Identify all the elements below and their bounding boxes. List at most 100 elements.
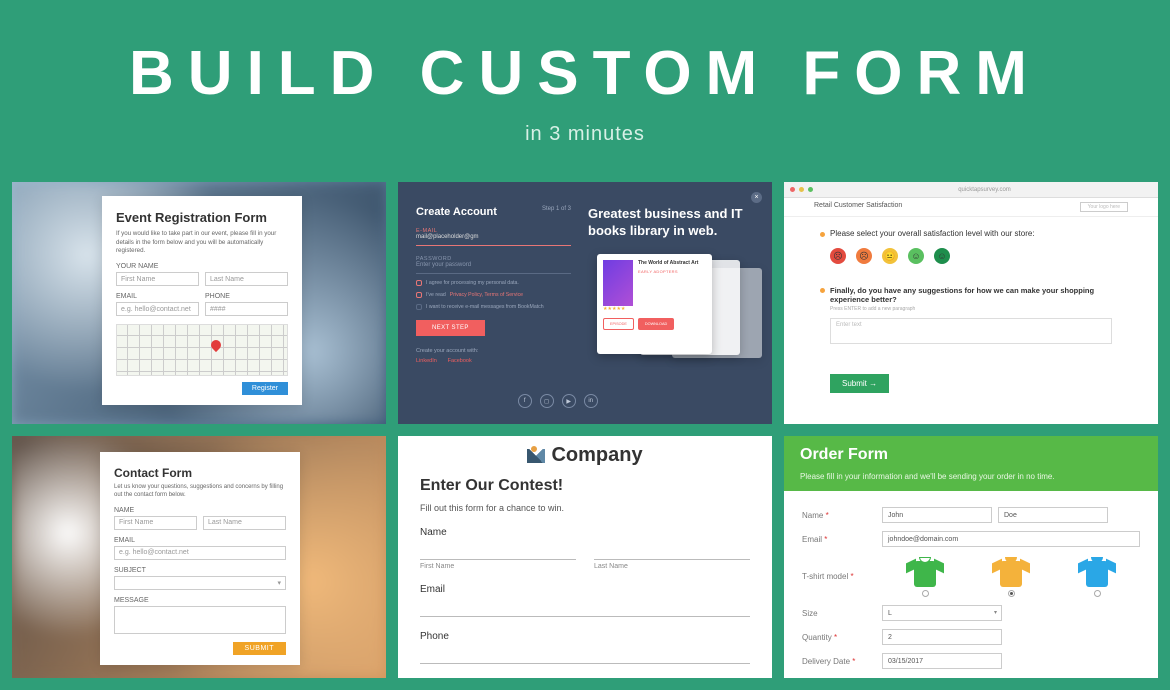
first-name-sublabel: First Name — [420, 563, 576, 570]
radio-selected-icon — [1008, 590, 1015, 597]
question-satisfaction: Please select your overall satisfaction … — [830, 229, 1112, 238]
phone-input[interactable] — [420, 648, 750, 664]
example-event-registration: Event Registration Form If you would lik… — [12, 182, 386, 424]
subject-select[interactable]: ▾ — [114, 576, 286, 590]
download-button[interactable]: DOWNLOAD — [638, 318, 674, 330]
last-name-input[interactable]: Last Name — [205, 272, 288, 286]
facebook-link[interactable]: Facebook — [448, 358, 472, 364]
email-input[interactable] — [420, 601, 750, 617]
hero-subtitle: in 3 minutes — [0, 123, 1170, 146]
traffic-light-red-icon — [790, 187, 795, 192]
hero: BUILD CUSTOM FORM in 3 minutes — [0, 0, 1170, 170]
traffic-light-green-icon — [808, 187, 813, 192]
shirt-option-blue[interactable] — [1078, 555, 1116, 597]
size-label: Size — [802, 609, 818, 618]
brand-logo: Company — [420, 444, 750, 467]
instagram-icon[interactable]: ◻ — [540, 394, 554, 408]
tshirt-model-label: T-shirt model — [802, 572, 848, 581]
last-name-input[interactable]: Last Name — [203, 516, 286, 530]
size-select[interactable]: L — [882, 605, 1002, 621]
event-form-card: Event Registration Form If you would lik… — [102, 196, 302, 405]
survey-header: Retail Customer Satisfaction Your logo h… — [784, 198, 1158, 217]
name-label: Your Name — [116, 263, 288, 270]
quantity-label: Quantity — [802, 633, 832, 642]
quantity-input[interactable]: 2 — [882, 629, 1002, 645]
youtube-icon[interactable]: ▶ — [562, 394, 576, 408]
email-input[interactable]: mail@placeholder@gm — [416, 234, 571, 246]
example-contest-form: Company Enter Our Contest! Fill out this… — [398, 436, 772, 678]
password-input[interactable]: Enter your password — [416, 262, 571, 274]
name-label: NAME — [114, 507, 286, 514]
submit-button[interactable]: SUBMIT — [233, 642, 286, 655]
register-button[interactable]: Register — [242, 382, 288, 395]
survey-title: Retail Customer Satisfaction — [814, 202, 902, 212]
newsletter-checkbox[interactable]: I want to receive e-mail messages from B… — [416, 304, 571, 310]
email-input[interactable]: e.g. hello@contact.net — [114, 546, 286, 560]
name-label: Name — [420, 527, 750, 538]
privacy-checkbox[interactable]: I've read Privacy Policy, Terms of Servi… — [416, 292, 571, 298]
brand-name: Company — [551, 444, 642, 467]
facebook-icon[interactable]: f — [518, 394, 532, 408]
signup-panel: Create Account Step 1 of 3 E-MAIL mail@p… — [416, 206, 571, 365]
social-icons-row: f ◻ ▶ in — [518, 394, 598, 408]
form-description: Let us know your questions, suggestions … — [114, 484, 286, 500]
radio-icon — [1094, 590, 1101, 597]
example-order-form: Order Form Please fill in your informati… — [784, 436, 1158, 678]
email-input[interactable]: e.g. hello@contact.net — [116, 302, 199, 316]
email-input[interactable]: johndoe@domain.com — [882, 531, 1140, 547]
delivery-date-input[interactable]: 03/15/2017 — [882, 653, 1002, 669]
suggestions-textarea[interactable]: Enter text — [830, 318, 1112, 344]
first-name-input[interactable]: First Name — [116, 272, 199, 286]
star-rating-icon: ★★★★★ — [603, 306, 706, 312]
face-sad-icon[interactable]: ☹ — [856, 248, 872, 264]
question-suggestions: Finally, do you have any suggestions for… — [830, 286, 1112, 304]
email-label: Email — [116, 293, 199, 300]
last-name-input[interactable]: Doe — [998, 507, 1108, 523]
order-form-header: Order Form Please fill in your informati… — [784, 436, 1158, 491]
shirt-option-green[interactable] — [906, 555, 944, 597]
promo-panel: Greatest business and IT books library i… — [588, 206, 758, 356]
example-contact-form: Contact Form Let us know your questions,… — [12, 436, 386, 678]
last-name-input[interactable] — [594, 544, 750, 560]
first-name-input[interactable]: First Name — [114, 516, 197, 530]
traffic-light-yellow-icon — [799, 187, 804, 192]
face-neutral-icon[interactable]: 😐 — [882, 248, 898, 264]
first-name-input[interactable]: John — [882, 507, 992, 523]
form-description: If you would like to take part in our ev… — [116, 230, 288, 256]
book-cover-icon — [603, 260, 633, 306]
face-angry-icon[interactable]: ☹ — [830, 248, 846, 264]
phone-input[interactable]: #### — [205, 302, 288, 316]
step-indicator: Step 1 of 3 — [542, 206, 571, 212]
face-very-happy-icon[interactable]: ☺ — [934, 248, 950, 264]
first-name-input[interactable] — [420, 544, 576, 560]
face-happy-icon[interactable]: ☺ — [908, 248, 924, 264]
book-cards-stack: Getting Things Done ★★★★☆ The World of A… — [588, 256, 758, 356]
linkedin-icon[interactable]: in — [584, 394, 598, 408]
shirt-option-orange[interactable] — [992, 555, 1030, 597]
subject-label: SUBJECT — [114, 567, 286, 574]
map-pin-icon — [208, 338, 222, 352]
logo-placeholder[interactable]: Your logo here — [1080, 202, 1128, 212]
linkedin-link[interactable]: LinkedIn — [416, 358, 437, 364]
close-icon[interactable]: × — [751, 192, 762, 203]
chevron-down-icon: ▾ — [994, 609, 997, 616]
social-links: LinkedIn Facebook — [416, 354, 571, 365]
radio-icon — [922, 590, 929, 597]
form-subtitle: Please fill in your information and we'l… — [800, 472, 1142, 481]
next-step-button[interactable]: NEXT STEP — [416, 320, 485, 336]
address-bar[interactable]: quicktapsurvey.com — [817, 187, 1152, 193]
map-preview[interactable] — [116, 324, 288, 376]
episode-button[interactable]: EPISODE — [603, 318, 634, 330]
form-heading: Enter Our Contest! — [420, 477, 750, 495]
form-heading: Contact Form — [114, 466, 286, 480]
phone-label: Phone — [420, 631, 750, 642]
consent-checkbox[interactable]: I agree for processing my personal data. — [416, 280, 571, 286]
submit-button[interactable]: Submit → — [830, 374, 889, 393]
email-label: EMAIL — [114, 537, 286, 544]
form-heading: Event Registration Form — [116, 210, 288, 225]
satisfaction-scale: ☹ ☹ 😐 ☺ ☺ — [830, 248, 1112, 264]
message-textarea[interactable] — [114, 606, 286, 634]
name-label: Name — [802, 511, 823, 520]
hero-title: BUILD CUSTOM FORM — [0, 38, 1170, 109]
form-heading: Order Form — [800, 446, 1142, 464]
